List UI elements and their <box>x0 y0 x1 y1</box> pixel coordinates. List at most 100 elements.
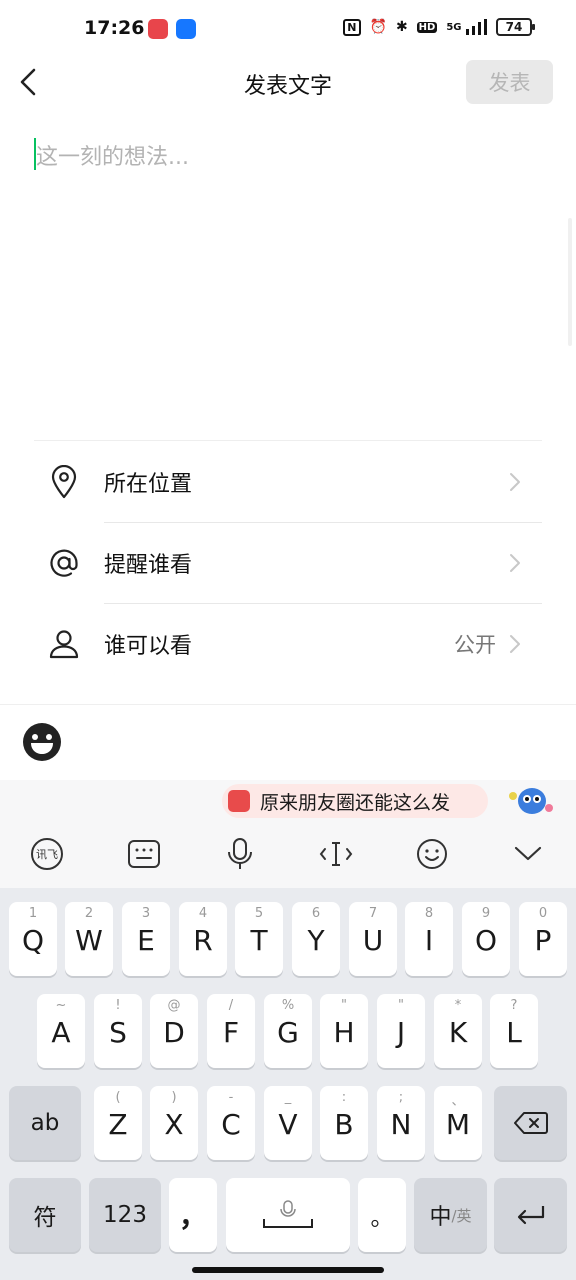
key-y[interactable]: 6Y <box>292 902 340 976</box>
key-label: O <box>474 924 498 957</box>
symbol-key[interactable]: 符 <box>9 1178 81 1252</box>
space-key[interactable] <box>226 1178 350 1252</box>
key-r[interactable]: 4R <box>179 902 227 976</box>
key-f[interactable]: / F <box>207 994 255 1068</box>
key-sub: 2 <box>84 906 94 921</box>
option-mention[interactable]: 提醒谁看 <box>34 522 542 603</box>
key-ab-toggle[interactable]: ab <box>9 1086 81 1160</box>
emoji-panel-button[interactable] <box>412 834 452 874</box>
key-sub: - <box>228 1090 234 1105</box>
key-v[interactable]: _ V <box>264 1086 312 1160</box>
key-u[interactable]: 7U <box>349 902 397 976</box>
key-e[interactable]: 3E <box>122 902 170 976</box>
chevron-right-icon <box>510 554 520 572</box>
battery-indicator: 74 <box>496 18 535 36</box>
key-sub: 8 <box>424 906 434 921</box>
keyboard-keys: 1Q 2W 3E 4R 5T 6Y 7U 8I 9O 0P ~ A ! S @ D /… <box>0 888 576 1280</box>
key-d[interactable]: @ D <box>150 994 198 1068</box>
backspace-key[interactable] <box>494 1086 567 1160</box>
keyboard-icon <box>128 840 160 868</box>
key-label: M <box>445 1108 471 1141</box>
key-k[interactable]: * K <box>434 994 482 1068</box>
network-type: 5G <box>446 22 462 33</box>
chevron-right-icon <box>510 473 520 491</box>
key-j[interactable]: " J <box>377 994 425 1068</box>
post-text-area[interactable]: 这一刻的想法... <box>34 130 544 430</box>
status-time: 17:26 <box>84 17 145 39</box>
key-s[interactable]: ! S <box>94 994 142 1068</box>
key-label: N <box>390 1108 412 1141</box>
option-location[interactable]: 所在位置 <box>34 441 542 522</box>
key-label: ， <box>178 1200 207 1233</box>
key-sub: * <box>454 998 462 1013</box>
period-key[interactable]: 。 <box>358 1178 406 1252</box>
key-label: D <box>163 1016 185 1049</box>
language-label: 中 /英 <box>414 1178 487 1252</box>
key-t[interactable]: 5T <box>235 902 283 976</box>
key-label: K <box>448 1016 468 1049</box>
keyboard-layout-button[interactable] <box>124 834 164 874</box>
key-c[interactable]: -C <box>207 1086 255 1160</box>
backspace-icon <box>494 1086 567 1160</box>
key-n[interactable]: ; N <box>377 1086 425 1160</box>
key-sub: ? <box>510 998 518 1013</box>
key-label: Z <box>108 1108 128 1141</box>
key-label: U <box>362 924 384 957</box>
key-a[interactable]: ~ A <box>37 994 85 1068</box>
lang-main: 中 <box>429 1205 452 1230</box>
hd-icon: HD <box>416 21 438 33</box>
key-z[interactable]: (Z <box>94 1086 142 1160</box>
key-label: V <box>278 1108 298 1141</box>
number-key[interactable]: 123 <box>89 1178 161 1252</box>
key-sub: 3 <box>141 906 151 921</box>
ifly-label: 讯飞 <box>36 848 58 861</box>
key-p[interactable]: 0P <box>519 902 567 976</box>
publish-button[interactable]: 发表 <box>466 60 553 104</box>
language-toggle-key[interactable]: 中 /英 <box>414 1178 487 1252</box>
home-indicator[interactable] <box>192 1267 384 1273</box>
cursor-move-button[interactable] <box>316 834 356 874</box>
key-q[interactable]: 1Q <box>9 902 57 976</box>
key-sub: ; <box>398 1090 404 1105</box>
text-placeholder: 这一刻的想法... <box>36 145 189 170</box>
red-packet-icon <box>228 790 250 812</box>
lang-sub: /英 <box>451 1206 472 1225</box>
key-x[interactable]: ) X <box>150 1086 198 1160</box>
person-icon <box>46 626 82 662</box>
key-g[interactable]: % G <box>264 994 312 1068</box>
key-sub: : <box>341 1090 347 1105</box>
key-sub: 4 <box>198 906 208 921</box>
key-o[interactable]: 9O <box>462 902 510 976</box>
key-label: G <box>277 1016 299 1049</box>
key-i[interactable]: 8I <box>405 902 453 976</box>
key-sub: ! <box>115 998 121 1013</box>
key-m[interactable]: 、 M <box>434 1086 482 1160</box>
comma-key[interactable]: ， <box>169 1178 217 1252</box>
suggestion-chip[interactable]: 原来朋友圈还能这么发 <box>222 784 488 818</box>
scroll-indicator <box>568 218 572 346</box>
enter-key[interactable] <box>494 1178 567 1252</box>
space-bar-icon <box>226 1178 350 1252</box>
voice-input-button[interactable] <box>220 834 260 874</box>
key-sub: % <box>281 998 295 1013</box>
chevron-down-icon <box>514 846 542 861</box>
key-label: R <box>193 924 213 957</box>
key-sub: _ <box>284 1090 292 1105</box>
key-w[interactable]: 2W <box>65 902 113 976</box>
key-sub: " <box>341 998 347 1013</box>
ifly-logo-button[interactable]: 讯飞 <box>27 834 67 874</box>
emoji-bar <box>0 704 576 780</box>
hide-keyboard-button[interactable] <box>508 834 548 874</box>
key-label: C <box>221 1108 241 1141</box>
key-label: Y <box>307 924 325 957</box>
battery-level: 74 <box>505 20 523 34</box>
key-label: F <box>222 1016 240 1049</box>
keyboard-mascot-icon[interactable] <box>504 783 554 819</box>
status-icons: N ⏰ ✱ HD 5G 74 <box>343 18 535 36</box>
key-b[interactable]: :B <box>320 1086 368 1160</box>
emoji-button[interactable] <box>21 721 63 763</box>
key-l[interactable]: ? L <box>490 994 538 1068</box>
option-visibility[interactable]: 谁可以看 公开 <box>34 603 542 684</box>
at-sign-icon <box>46 545 82 581</box>
key-h[interactable]: " H <box>320 994 368 1068</box>
